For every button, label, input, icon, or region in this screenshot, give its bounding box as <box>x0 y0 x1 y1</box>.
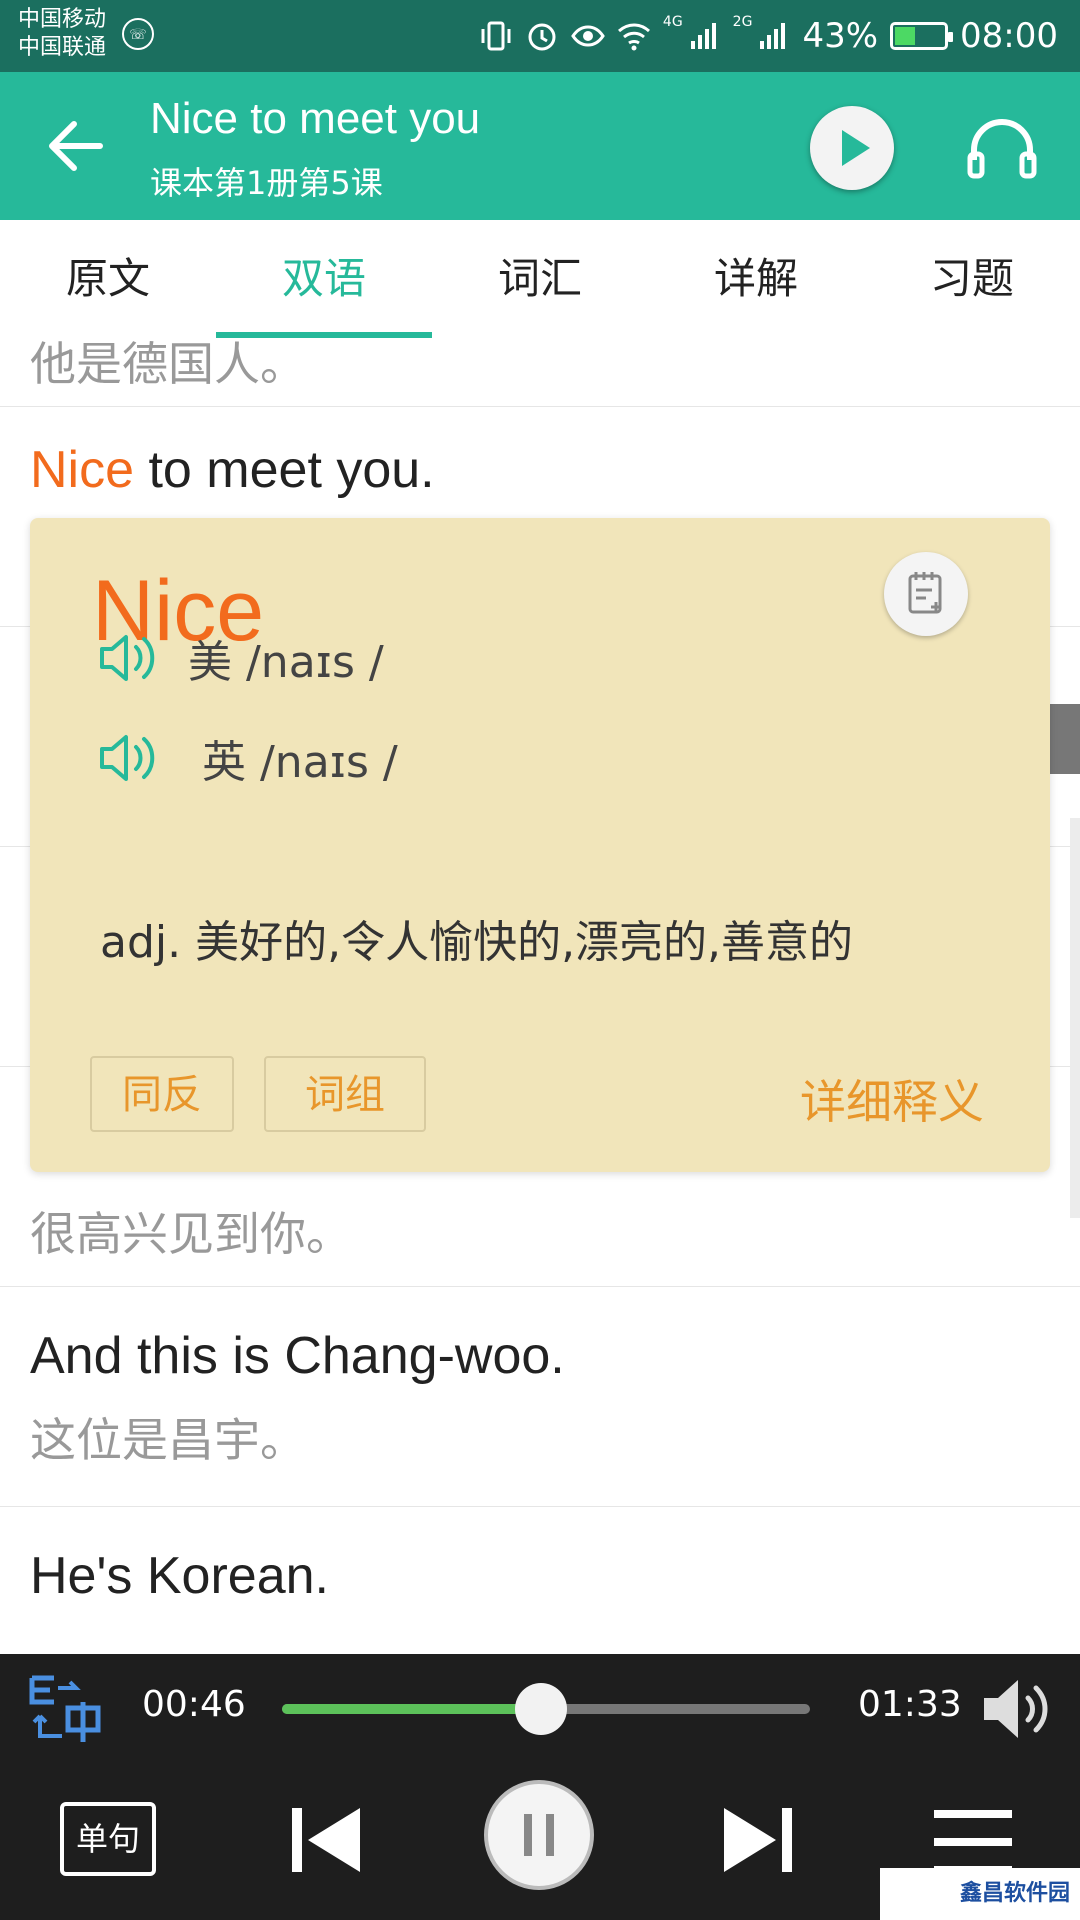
battery-level <box>895 27 916 45</box>
eye-icon <box>571 25 605 47</box>
volume-icon[interactable] <box>980 1676 1052 1742</box>
network-type-2: 2G <box>732 14 753 30</box>
bilingual-toggle-icon[interactable] <box>28 1674 104 1750</box>
back-arrow-icon[interactable] <box>40 108 116 184</box>
lesson-title: Nice to meet you <box>150 94 481 143</box>
headphones-icon[interactable] <box>962 110 1042 190</box>
current-time: 00:46 <box>142 1684 246 1725</box>
tab-explanation[interactable]: 详解 <box>648 220 864 338</box>
battery-percent: 43% <box>802 16 879 56</box>
tab-original[interactable]: 原文 <box>0 220 216 338</box>
sentence-en: Nice to meet you. <box>30 440 435 500</box>
network-type-1: 4G <box>662 14 683 30</box>
lesson-subtitle: 课本第1册第5课 <box>150 164 383 202</box>
word-definition: adj. 美好的,令人愉快的,漂亮的,善意的 <box>100 917 854 968</box>
progress-fill <box>282 1704 541 1714</box>
word-popup: Nice 美 /naɪs / 英 /naɪs / adj. 美好的,令人愉快的,… <box>30 518 1050 1172</box>
sentence-row[interactable]: He's Korean. <box>0 1506 1080 1654</box>
play-button[interactable] <box>810 106 894 190</box>
app-header: Nice to meet you 课本第1册第5课 <box>0 72 1080 220</box>
phrases-button[interactable]: 词组 <box>264 1056 426 1132</box>
progress-handle[interactable] <box>514 1683 567 1735</box>
add-note-icon <box>908 572 942 614</box>
play-icon <box>842 130 870 166</box>
detailed-definition-link[interactable]: 详细释义 <box>800 1066 984 1132</box>
sentence-row[interactable]: And this is Chang-woo. 这位是昌宇。 <box>0 1286 1080 1507</box>
progress-slider[interactable] <box>282 1683 810 1735</box>
tab-bilingual[interactable]: 双语 <box>216 220 432 338</box>
sentence-en: He's Korean. <box>30 1547 329 1605</box>
carrier-info: 中国移动 中国联通 <box>18 6 106 62</box>
total-time: 01:33 <box>858 1684 962 1725</box>
signal-icon <box>690 23 716 49</box>
sentence-en-rest: to meet you. <box>134 441 435 499</box>
status-icons: 4G 2G 43% 08:00 <box>479 12 1058 60</box>
hd-call-icon: ☏ <box>122 18 154 50</box>
us-pronunciation[interactable]: 美 /naɪs / <box>98 626 384 690</box>
pause-icon <box>524 1814 554 1856</box>
carrier-2: 中国联通 <box>18 35 107 60</box>
us-phonetic: 美 /naɪs / <box>188 637 384 688</box>
sentence-zh: 很高兴见到你。 <box>30 1207 352 1261</box>
next-icon[interactable] <box>720 1802 796 1878</box>
sentence-row[interactable]: 他是德国人。 <box>0 338 1080 407</box>
watermark-logo: 鑫昌软件园 <box>880 1868 1080 1920</box>
tab-exercises[interactable]: 习题 <box>864 220 1080 338</box>
uk-pronunciation[interactable]: 英 /naɪs / <box>98 726 398 790</box>
add-note-button[interactable] <box>884 552 968 636</box>
scrollbar[interactable] <box>1070 818 1080 1218</box>
pause-button[interactable] <box>484 1780 594 1890</box>
carrier-1: 中国移动 <box>18 7 107 32</box>
previous-icon[interactable] <box>288 1802 364 1878</box>
single-sentence-mode-button[interactable]: 单句 <box>60 1802 156 1876</box>
synonym-antonym-button[interactable]: 同反 <box>90 1056 234 1132</box>
clock: 08:00 <box>960 16 1058 56</box>
uk-phonetic: 英 /naɪs / <box>202 737 398 788</box>
tab-vocabulary[interactable]: 词汇 <box>432 220 648 338</box>
wifi-icon <box>617 23 650 51</box>
side-bookmark[interactable] <box>1050 704 1080 774</box>
alarm-icon <box>528 23 556 51</box>
signal-icon-2 <box>760 23 786 49</box>
status-bar: 中国移动 中国联通 ☏ 4G 2G 43% 08:00 <box>0 0 1080 72</box>
highlighted-word[interactable]: Nice <box>30 441 134 499</box>
sentence-en: And this is Chang-woo. <box>30 1327 565 1385</box>
sentence-zh: 这位是昌宇。 <box>30 1413 306 1467</box>
vibrate-icon <box>481 21 511 51</box>
speaker-icon[interactable] <box>98 631 158 685</box>
battery-icon <box>890 22 954 50</box>
speaker-icon[interactable] <box>98 731 158 785</box>
tab-bar: 原文 双语 词汇 详解 习题 <box>0 220 1080 339</box>
sentence-zh: 他是德国人。 <box>30 338 306 391</box>
